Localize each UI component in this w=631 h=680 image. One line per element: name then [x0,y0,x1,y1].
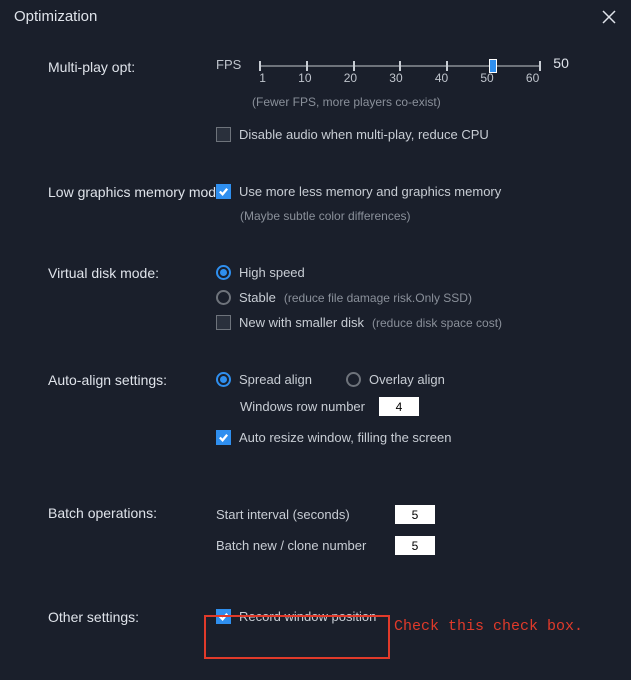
high-speed-label: High speed [239,265,305,280]
multiplay-section: Multi-play opt: FPS 1 [48,59,611,142]
start-interval-input[interactable] [395,505,435,524]
spread-align-label: Spread align [239,372,312,387]
window-title: Optimization [14,8,97,25]
windows-row-number-label: Windows row number [240,399,365,414]
fps-tick-label: 1 [259,71,266,85]
new-smaller-disk-hint: (reduce disk space cost) [372,316,502,330]
overlay-align-label: Overlay align [369,372,445,387]
high-speed-radio[interactable] [216,265,231,280]
fps-slider-handle[interactable] [489,59,497,73]
batch-label: Batch operations: [48,505,216,567]
batch-clone-label: Batch new / clone number [216,538,381,553]
record-position-checkbox[interactable] [216,609,231,624]
spread-align-radio[interactable] [216,372,231,387]
other-label: Other settings: [48,609,216,625]
fps-caption: FPS [216,57,241,72]
low-graphics-label: Low graphics memory mode: [48,184,216,223]
stable-label: Stable [239,290,276,305]
low-graphics-hint: (Maybe subtle color differences) [240,209,611,223]
fps-value: 50 [553,55,569,71]
virtual-disk-label: Virtual disk mode: [48,265,216,330]
close-icon[interactable] [601,9,617,25]
windows-row-number-input[interactable] [379,397,419,416]
new-smaller-disk-checkbox[interactable] [216,315,231,330]
fps-tick-label: 50 [480,71,493,85]
batch-section: Batch operations: Start interval (second… [48,505,611,567]
low-memory-checkbox[interactable] [216,184,231,199]
fps-tick-label: 10 [298,71,311,85]
fps-hint: (Fewer FPS, more players co-exist) [252,95,611,109]
fps-tick-label: 30 [389,71,402,85]
disable-audio-checkbox[interactable] [216,127,231,142]
start-interval-label: Start interval (seconds) [216,507,381,522]
stable-hint: (reduce file damage risk.Only SSD) [284,291,472,305]
fps-slider[interactable]: 1 10 20 30 40 50 60 [259,59,539,85]
auto-align-label: Auto-align settings: [48,372,216,445]
new-smaller-disk-label: New with smaller disk [239,315,364,330]
virtual-disk-section: Virtual disk mode: High speed Stable (re… [48,265,611,330]
fps-tick-label: 60 [526,71,539,85]
batch-clone-input[interactable] [395,536,435,555]
other-section: Other settings: Record window position [48,609,611,625]
auto-align-section: Auto-align settings: Spread align Overla… [48,372,611,445]
titlebar: Optimization [0,0,631,29]
stable-radio[interactable] [216,290,231,305]
overlay-align-radio[interactable] [346,372,361,387]
fps-tick-label: 20 [344,71,357,85]
low-graphics-section: Low graphics memory mode: Use more less … [48,184,611,223]
auto-resize-checkbox[interactable] [216,430,231,445]
auto-resize-label: Auto resize window, filling the screen [239,430,451,445]
record-position-label: Record window position [239,609,376,624]
fps-tick-label: 40 [435,71,448,85]
disable-audio-label: Disable audio when multi-play, reduce CP… [239,127,489,142]
multiplay-label: Multi-play opt: [48,59,216,142]
low-memory-label: Use more less memory and graphics memory [239,184,501,199]
